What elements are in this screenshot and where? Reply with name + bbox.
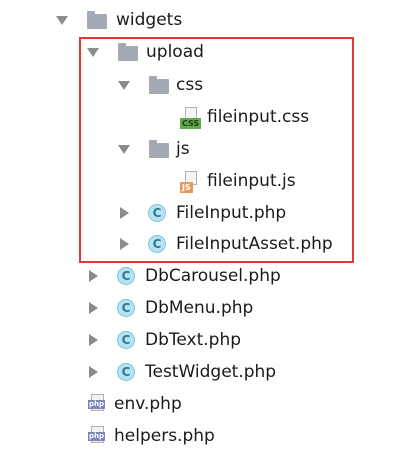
tree-node-label: DbCarousel.php xyxy=(145,266,281,286)
tree-node-widgets[interactable]: widgets xyxy=(0,4,400,36)
php-file-icon: php xyxy=(88,394,108,412)
tree-node-test-widget[interactable]: C TestWidget.php xyxy=(0,356,400,388)
collapse-arrow-icon[interactable] xyxy=(89,302,98,314)
php-class-icon: C xyxy=(117,331,135,349)
tree-node-label: widgets xyxy=(116,10,183,30)
tree-node-css-file[interactable]: CSS fileinput.css xyxy=(0,101,400,133)
expand-arrow-icon[interactable] xyxy=(118,145,130,154)
php-class-icon: C xyxy=(117,267,135,285)
expand-arrow-icon[interactable] xyxy=(56,16,68,25)
tree-node-label: fileinput.js xyxy=(207,171,296,191)
tree-node-label: js xyxy=(176,139,190,159)
folder-icon xyxy=(149,76,169,94)
collapse-arrow-icon[interactable] xyxy=(89,366,98,378)
tree-node-label: css xyxy=(176,75,204,95)
tree-node-label: DbText.php xyxy=(145,330,242,350)
collapse-arrow-icon[interactable] xyxy=(89,270,98,282)
js-file-icon: JS xyxy=(180,171,202,193)
tree-node-label: FileInput.php xyxy=(176,203,287,223)
tree-node-label: fileinput.css xyxy=(207,107,310,127)
tree-node-upload[interactable]: upload xyxy=(0,36,400,68)
php-class-icon: C xyxy=(148,235,166,253)
css-file-icon: CSS xyxy=(180,107,202,129)
php-file-icon: php xyxy=(88,426,108,444)
php-class-icon: C xyxy=(148,204,166,222)
folder-icon xyxy=(149,140,169,158)
php-class-icon: C xyxy=(117,363,135,381)
tree-node-helpers[interactable]: php helpers.php xyxy=(0,420,400,452)
tree-node-db-text[interactable]: C DbText.php xyxy=(0,324,400,356)
collapse-arrow-icon[interactable] xyxy=(120,238,129,250)
tree-node-file-input-asset[interactable]: C FileInputAsset.php xyxy=(0,228,400,260)
collapse-arrow-icon[interactable] xyxy=(120,207,129,219)
php-class-icon: C xyxy=(117,299,135,317)
folder-icon xyxy=(87,11,107,29)
tree-node-label: env.php xyxy=(114,394,182,414)
tree-node-js-file[interactable]: JS fileinput.js xyxy=(0,165,400,197)
tree-node-label: helpers.php xyxy=(114,426,215,446)
collapse-arrow-icon[interactable] xyxy=(89,334,98,346)
tree-node-label: DbMenu.php xyxy=(145,298,254,318)
expand-arrow-icon[interactable] xyxy=(87,48,99,57)
tree-node-label: TestWidget.php xyxy=(145,362,277,382)
tree-node-css-folder[interactable]: css xyxy=(0,69,400,101)
tree-node-db-menu[interactable]: C DbMenu.php xyxy=(0,292,400,324)
tree-node-env[interactable]: php env.php xyxy=(0,388,400,420)
tree-node-file-input[interactable]: C FileInput.php xyxy=(0,197,400,229)
tree-node-label: FileInputAsset.php xyxy=(176,234,333,254)
tree-node-js-folder[interactable]: js xyxy=(0,133,400,165)
tree-node-label: upload xyxy=(146,42,204,62)
folder-icon xyxy=(118,43,138,61)
tree-node-db-carousel[interactable]: C DbCarousel.php xyxy=(0,260,400,292)
expand-arrow-icon[interactable] xyxy=(118,81,130,90)
